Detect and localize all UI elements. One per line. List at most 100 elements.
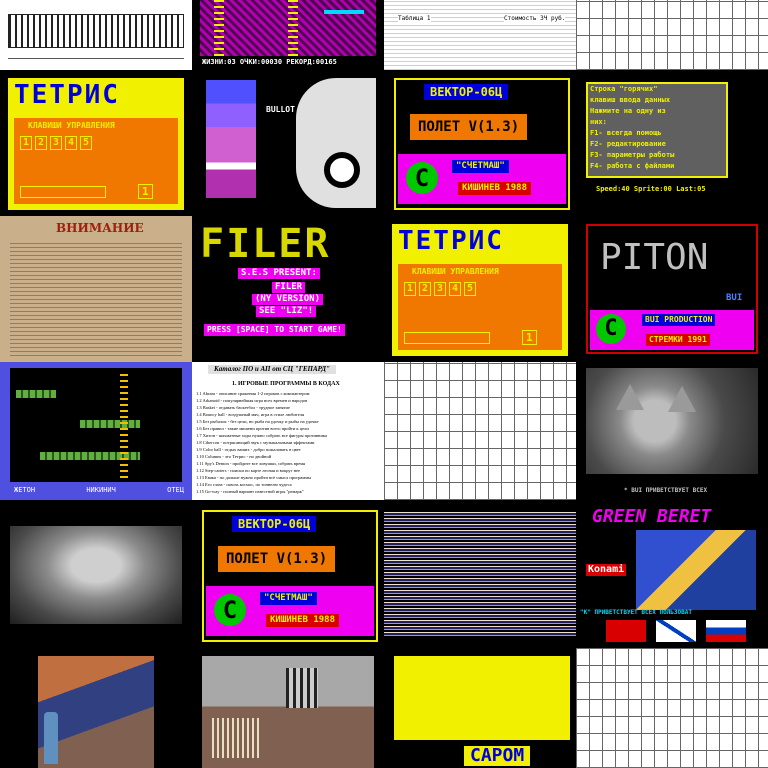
catalog-item: 1.12 Step-carters - поиски по карте лесн… <box>196 468 301 473</box>
vector-2-title: ВЕКТОР-06Ц <box>232 516 317 532</box>
tetris-2-title: ТЕТРИС <box>398 226 504 256</box>
catalog-item: 1.1 Abram - описание сражения 1-2 игроко… <box>196 391 310 396</box>
piton-production: BUI PRODUCTION <box>642 314 716 326</box>
tetris-1-key-1: 1 <box>20 136 32 150</box>
tile-price-table: Таблица 1 Стоимость ЗЧ руб. <box>384 0 576 70</box>
filer-see: SEE "LIZ"! <box>256 306 317 317</box>
kitten-image <box>586 368 758 474</box>
connector-baseline <box>8 58 184 59</box>
catalog-item: 1.4 Bouncy ball - воздушный мяч, игра в … <box>196 412 305 417</box>
tile-filer: FILER S.E.S PRESENT: FILER (NY VERSION) … <box>192 216 384 362</box>
connector-strip <box>8 14 184 48</box>
tile-piton: PITON BUI C BUI PRODUCTION СТРЕМКИ 1991 <box>576 216 768 362</box>
hotkeys-line: F1- всегда помощь <box>590 129 662 137</box>
catalog-item: 1.3 Basket - отдавать баскетбол - трудно… <box>196 405 290 410</box>
maze-platform-1 <box>16 390 56 398</box>
maze-ladder <box>120 372 128 478</box>
tile-kitten-photo: * BUI ПРИВЕТСТВУЕТ ВСЕХ <box>576 362 768 500</box>
warning-title: ВНИМАНИЕ <box>56 221 144 235</box>
bullot-label: BULLOT <box>266 105 295 114</box>
catalog-item: 1.13 Евака - по дальше нужно пройти всё … <box>196 475 312 480</box>
filer-presents: S.E.S PRESENT: <box>238 268 320 279</box>
tile-software-catalog: Каталог ПО и АП от СЦ "ГЕПАРД" 1. ИГРОВЫ… <box>192 362 384 500</box>
capom-title: CAPOM <box>464 746 531 766</box>
piton-city-year: СТРЕМКИ 1991 <box>646 334 710 346</box>
noise-area <box>384 510 576 636</box>
catalog-item: 1.5 Без рыбалок - без цели, но рыба на у… <box>196 419 319 424</box>
filer-version: (NY VERSION) <box>252 294 324 305</box>
maze-status-item: ЖЕТОН <box>14 486 36 494</box>
painting-bottle <box>44 712 58 764</box>
filer-title: FILER <box>200 221 331 267</box>
tile-schematic-2 <box>384 362 576 500</box>
price-table-column: Стоимость ЗЧ руб. <box>504 15 566 22</box>
ladder-cyan-bar <box>324 10 364 14</box>
tile-vector-1: ВЕКТОР-06Ц ПОЛЕТ V(1.3) C "СЧЕТМАШ" КИШИ… <box>384 70 576 216</box>
piton-title: PITON <box>600 237 709 278</box>
flag-red <box>606 620 646 642</box>
catalog-item: 1.15 Go-way - полный вариант известной и… <box>196 489 304 494</box>
vector-2-logo: C <box>214 594 246 626</box>
vector-1-company: "СЧЕТМАШ" <box>452 160 509 173</box>
tetris-2-key-2: 2 <box>419 282 431 296</box>
green-beret-title: GREEN BERET <box>592 506 712 527</box>
vector-1-logo: C <box>406 162 438 194</box>
catalog-item: 1.10 Columns - это Тетрис - но двойной <box>196 454 272 459</box>
tile-vector-2: ВЕКТОР-06Ц ПОЛЕТ V(1.3) C "СЧЕТМАШ" КИШИ… <box>192 500 384 648</box>
tetris-1-key-4: 4 <box>65 136 77 150</box>
tetris-2-keys: 1 2 3 4 5 <box>404 282 476 296</box>
tile-3d-skeleton <box>192 648 384 768</box>
hotkeys-line: Строка "горячих" <box>590 85 658 93</box>
tile-maze-game: ЖЕТОН НИКИНИЧ ОТЕЦ <box>0 362 192 500</box>
piton-sub: BUI <box>726 293 743 303</box>
filer-subtitle: FILER <box>272 282 306 293</box>
hotkeys-status: Speed:40 Sprite:00 Last:05 <box>596 185 706 193</box>
tile-warning-document: ВНИМАНИЕ <box>0 216 192 362</box>
image-grid: ЖИЗНИ:03 ОЧКИ:00030 РЕКОРД:00165 Таблица… <box>0 0 768 768</box>
flag-russia <box>706 620 746 642</box>
tetris-1-key-3: 3 <box>50 136 62 150</box>
green-beret-art <box>636 530 756 610</box>
hotkeys-line: Нажмите на одну из <box>590 107 666 115</box>
green-beret-brand: Konami <box>586 564 627 576</box>
hotkeys-line: F3- параметры работы <box>590 151 675 159</box>
catalog-item: 1.9 Color ball - отдых ваших - добро пож… <box>196 447 301 452</box>
tetris-2-key-1: 1 <box>404 282 416 296</box>
tile-bullot: BULLOT <box>192 70 384 216</box>
tile-absinthe-painting <box>0 648 192 768</box>
bullot-figure <box>206 80 256 198</box>
bullot-face <box>296 78 376 208</box>
portrait-image <box>10 526 182 624</box>
catalog-item: 1.2 Arkanoid - популярнейшая игра всех в… <box>196 398 308 403</box>
vector-1-city-year: КИШИНЕВ 1988 <box>458 182 532 195</box>
tetris-1-key-5: 5 <box>80 136 92 150</box>
maze-status-item: ОТЕЦ <box>167 486 184 494</box>
render-skeleton <box>212 718 262 758</box>
warning-text-block <box>10 242 182 356</box>
tile-hotkeys: Строка "горячих" клавиш ввода данных Наж… <box>576 70 768 216</box>
catalog-item: 1.14 Его глаза - сквозь космос, по тонне… <box>196 482 292 487</box>
tile-capom: CAPOM <box>384 648 576 768</box>
tile-green-beret: GREEN BERET Konami "K" ПРИВЕТСТВУЕТ ВСЕХ… <box>576 500 768 648</box>
tetris-1-subtitle: КЛАВИШИ УПРАВЛЕНИЯ <box>28 121 115 130</box>
maze-status: ЖЕТОН НИКИНИЧ ОТЕЦ <box>14 486 184 494</box>
kitten-ear-left <box>616 384 644 410</box>
tetris-2-key-4: 4 <box>449 282 461 296</box>
piton-logo: C <box>596 314 626 344</box>
catalog-item: 1.11 Spy's Demon - пройдите все ловушки,… <box>196 461 306 466</box>
tile-tetris-1: ТЕТРИС КЛАВИШИ УПРАВЛЕНИЯ 1 2 3 4 5 1 <box>0 70 192 216</box>
tile-tetris-2: ТЕТРИС КЛАВИШИ УПРАВЛЕНИЯ 1 2 3 4 5 1 <box>384 216 576 362</box>
ladder-status-text: ЖИЗНИ:03 ОЧКИ:00030 РЕКОРД:00165 <box>202 58 337 66</box>
tile-schematic-3 <box>576 648 768 768</box>
hotkeys-line: F2- редактирование <box>590 140 666 148</box>
catalog-item: 1.8 Cibercon - потрясающий звук с музыка… <box>196 440 315 445</box>
kitten-caption: * BUI ПРИВЕТСТВУЕТ ВСЕХ <box>624 487 708 494</box>
tetris-1-key-2: 2 <box>35 136 47 150</box>
vector-2-flight: ПОЛЕТ V(1.3) <box>218 546 336 572</box>
green-beret-caption: "K" ПРИВЕТСТВУЕТ ВСЕХ ПОЛЬЗОВАТ <box>580 609 692 616</box>
tetris-2-subtitle: КЛАВИШИ УПРАВЛЕНИЯ <box>412 267 499 276</box>
ladder-yellow-2 <box>288 0 298 56</box>
tile-schematic-1 <box>576 0 768 70</box>
catalog-section: 1. ИГРОВЫЕ ПРОГРАММЫ В КОДАХ <box>232 381 340 387</box>
tile-noise-stripes <box>384 500 576 648</box>
